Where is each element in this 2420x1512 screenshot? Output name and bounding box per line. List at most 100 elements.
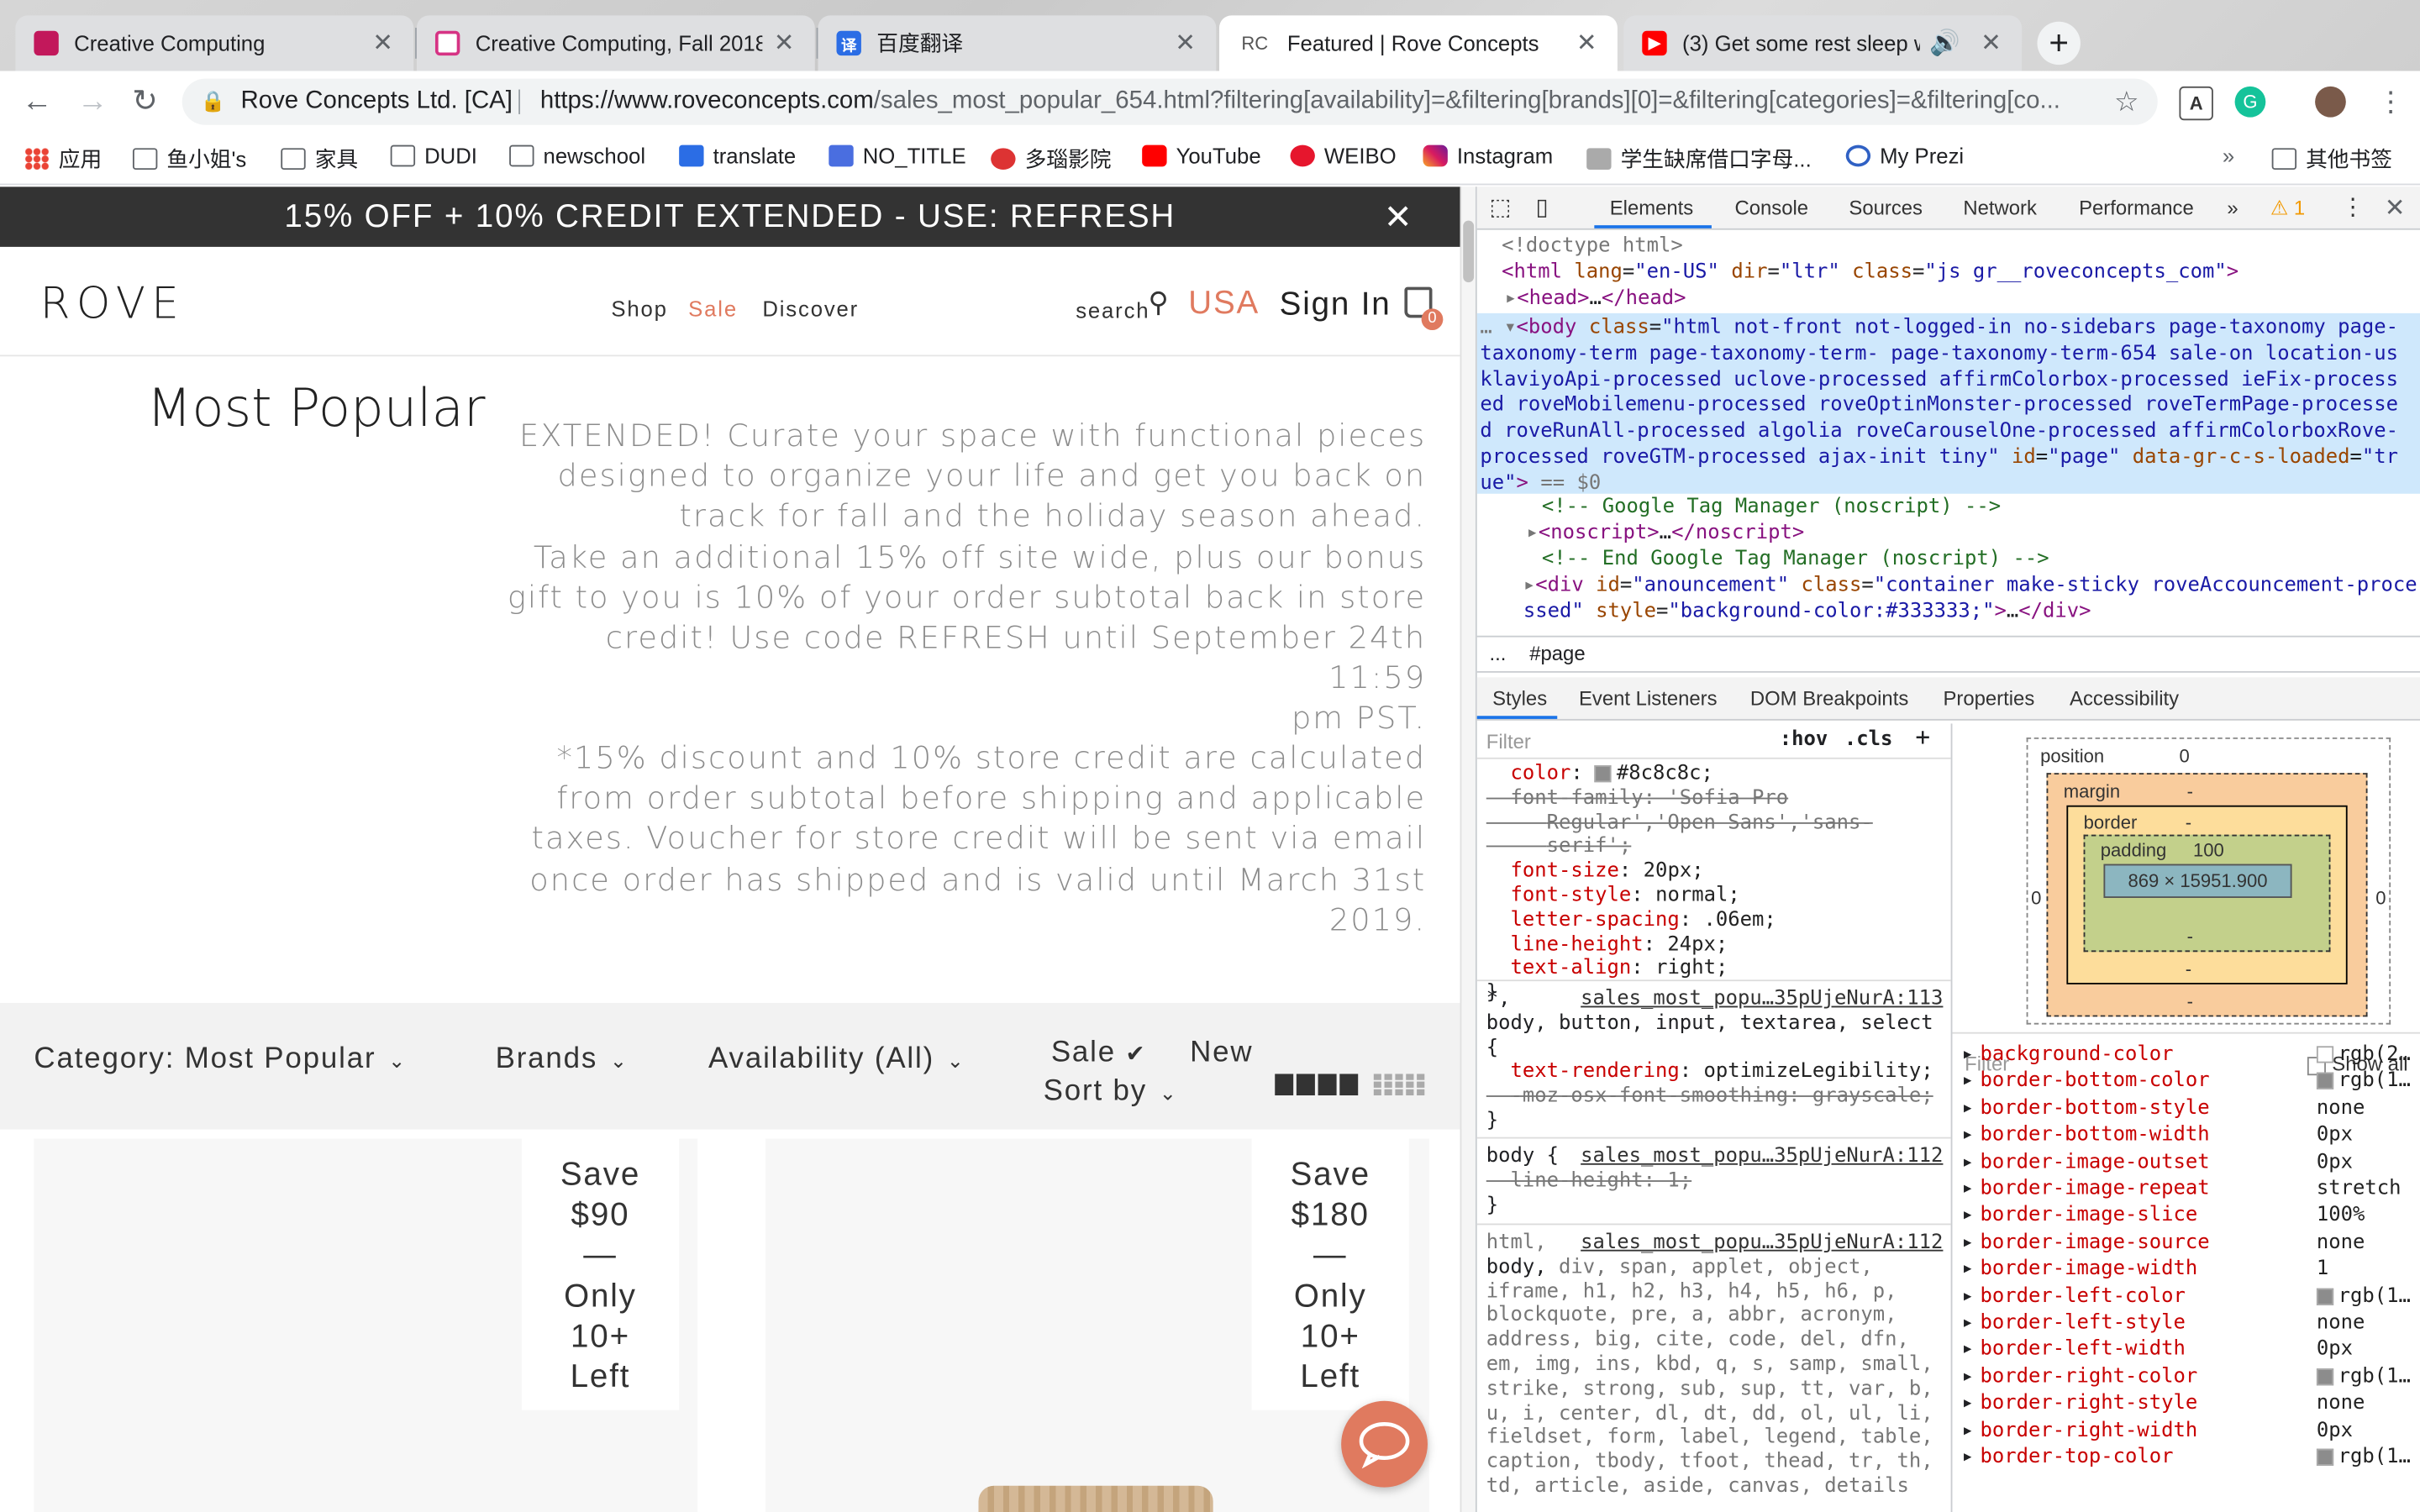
tab-properties[interactable]: Properties bbox=[1943, 686, 2034, 710]
bookmarks-overflow-button[interactable]: » bbox=[2223, 144, 2234, 168]
color-swatch[interactable] bbox=[2316, 1368, 2334, 1386]
tab-event-listeners[interactable]: Event Listeners bbox=[1579, 686, 1718, 710]
bookmark-link[interactable]: 多瑙影院 bbox=[991, 144, 1111, 175]
expand-arrow-icon[interactable]: ▸ bbox=[1961, 1256, 1973, 1283]
bookmark-folder[interactable]: 鱼小姐's bbox=[132, 144, 246, 175]
dom-line[interactable]: ▸<head>…</head> bbox=[1505, 287, 2416, 313]
scroll-thumb[interactable] bbox=[1463, 220, 1475, 283]
address-bar[interactable]: 🔒 Rove Concepts Ltd. [CA] https://www.ro… bbox=[182, 78, 2158, 125]
expand-arrow-icon[interactable]: ▸ bbox=[1961, 1149, 1973, 1176]
category-filter[interactable]: Category: Most Popular ⌄ bbox=[34, 1043, 407, 1077]
product-card[interactable]: Save $90 — Only 10+ Left bbox=[34, 1138, 698, 1512]
bookmark-link[interactable]: 学生缺席借口字母... bbox=[1586, 144, 1812, 175]
product-card[interactable]: Save $180 — Only 10+ Left bbox=[765, 1138, 1429, 1512]
css-rule[interactable]: html, body, div, span, applet, object, i… bbox=[1486, 1231, 1949, 1499]
bookmark-link[interactable]: translate bbox=[679, 144, 796, 168]
browser-tab-active[interactable]: RC Featured | Rove Concepts ✕ bbox=[1219, 15, 1618, 71]
dom-line[interactable]: <!doctype html> bbox=[1502, 234, 2412, 260]
expand-arrow-icon[interactable]: ▸ bbox=[1961, 1068, 1973, 1095]
computed-property-row[interactable]: ▸ border-left-width 0px bbox=[1961, 1336, 2420, 1363]
css-rules-pane[interactable]: Filter :hov .cls + color: #8c8c8c; font-… bbox=[1476, 723, 1953, 1512]
chat-button[interactable] bbox=[1341, 1400, 1428, 1488]
dom-line[interactable]: ▸<div id="anouncement" class="container … bbox=[1523, 574, 2418, 625]
bookmark-link[interactable]: NO_TITLE bbox=[829, 144, 966, 168]
hov-toggle[interactable]: :hov bbox=[1780, 728, 1828, 753]
computed-property-row[interactable]: ▸ border-bottom-color rgb(1… bbox=[1961, 1068, 2420, 1095]
bookmark-folder[interactable]: DUDI bbox=[390, 144, 477, 168]
nav-sale[interactable]: Sale bbox=[688, 297, 738, 321]
back-icon[interactable]: ← bbox=[18, 83, 55, 120]
nav-discover[interactable]: Discover bbox=[762, 297, 859, 321]
search-icon[interactable]: ⚲ bbox=[1149, 287, 1169, 320]
warning-counter[interactable]: ⚠ 1 bbox=[2270, 196, 2305, 220]
expand-arrow-icon[interactable]: ▸ bbox=[1961, 1444, 1973, 1471]
computed-property-row[interactable]: ▸ background-color rgb(2… bbox=[1961, 1042, 2420, 1068]
color-swatch[interactable] bbox=[2316, 1448, 2334, 1466]
css-declarations[interactable]: color: #8c8c8c; font-family: 'Sofia Pro … bbox=[1486, 762, 1949, 1005]
breadcrumb-more[interactable]: ... bbox=[1489, 638, 1506, 671]
computed-property-row[interactable]: ▸ border-image-source none bbox=[1961, 1230, 2420, 1257]
new-toggle[interactable]: New bbox=[1190, 1037, 1253, 1070]
grammarly-icon[interactable]: G bbox=[2234, 86, 2266, 118]
sign-in-link[interactable]: Sign In bbox=[1280, 287, 1392, 324]
computed-property-row[interactable]: ▸ border-left-style none bbox=[1961, 1310, 2420, 1336]
computed-property-row[interactable]: ▸ border-top-color rgb(1… bbox=[1961, 1444, 2420, 1471]
bookmark-apps[interactable]: 应用 bbox=[24, 144, 102, 175]
close-tab-icon[interactable]: ✕ bbox=[371, 28, 395, 59]
computed-property-row[interactable]: ▸ border-left-color rgb(1… bbox=[1961, 1283, 2420, 1310]
close-icon[interactable]: ✕ bbox=[1384, 186, 1414, 247]
computed-property-row[interactable]: ▸ border-image-outset 0px bbox=[1961, 1149, 2420, 1176]
dom-line-selected[interactable]: … ▾<body class="html not-front not-logge… bbox=[1480, 317, 2406, 498]
region-selector[interactable]: USA bbox=[1188, 286, 1260, 323]
new-tab-button[interactable]: + bbox=[2037, 21, 2081, 66]
breadcrumb-item[interactable]: #page bbox=[1529, 638, 1585, 671]
bookmark-link[interactable]: Instagram bbox=[1423, 144, 1553, 168]
expand-arrow-icon[interactable]: ▸ bbox=[1961, 1176, 1973, 1203]
speaker-icon[interactable]: 🔊 bbox=[1929, 28, 1960, 59]
more-tabs-button[interactable]: » bbox=[2227, 196, 2238, 219]
browser-tab[interactable]: Creative Computing, Fall 2018 ✕ bbox=[416, 15, 815, 71]
text-extension-icon[interactable]: A bbox=[2179, 86, 2213, 121]
tab-elements[interactable]: Elements bbox=[1610, 196, 1694, 219]
tab-network[interactable]: Network bbox=[1963, 196, 2037, 219]
bookmark-link[interactable]: My Prezi bbox=[1845, 144, 1964, 168]
other-bookmarks[interactable]: 其他书签 bbox=[2271, 144, 2392, 175]
close-devtools-icon[interactable]: ✕ bbox=[2385, 193, 2406, 224]
availability-filter[interactable]: Availability (All) ⌄ bbox=[708, 1043, 965, 1077]
tab-console[interactable]: Console bbox=[1734, 196, 1808, 219]
sale-toggle[interactable]: Sale ✔ bbox=[1051, 1037, 1147, 1070]
browser-tab[interactable]: ▶ (3) Get some rest sleep we 🔊 ✕ bbox=[1623, 15, 2023, 71]
close-tab-icon[interactable]: ✕ bbox=[1979, 28, 2003, 59]
expand-arrow-icon[interactable]: ▸ bbox=[1961, 1122, 1973, 1149]
styles-filter-input[interactable]: Filter bbox=[1486, 730, 1531, 754]
computed-property-row[interactable]: ▸ border-right-style none bbox=[1961, 1390, 2420, 1417]
expand-arrow-icon[interactable]: ▸ bbox=[1961, 1310, 1973, 1336]
computed-property-row[interactable]: ▸ border-right-width 0px bbox=[1961, 1417, 2420, 1444]
expand-arrow-icon[interactable]: ▸ bbox=[1961, 1042, 1973, 1068]
close-tab-icon[interactable]: ✕ bbox=[1173, 28, 1197, 59]
bookmark-link[interactable]: WEIBO bbox=[1290, 144, 1397, 168]
url-text[interactable]: https://www.roveconcepts.com/sales_most_… bbox=[540, 79, 2060, 125]
computed-property-row[interactable]: ▸ border-bottom-style none bbox=[1961, 1095, 2420, 1122]
browser-tab[interactable]: 译 百度翻译 ✕ bbox=[818, 15, 1217, 71]
box-model-diagram[interactable]: position 0 0 0 margin - - border - - pad… bbox=[2026, 737, 2391, 1025]
computed-property-row[interactable]: ▸ border-image-width 1 bbox=[1961, 1256, 2420, 1283]
close-tab-icon[interactable]: ✕ bbox=[1574, 28, 1598, 59]
tab-dom-breakpoints[interactable]: DOM Breakpoints bbox=[1750, 686, 1908, 710]
brands-filter[interactable]: Brands ⌄ bbox=[496, 1043, 629, 1077]
page-scrollbar[interactable] bbox=[1460, 186, 1476, 1512]
expand-arrow-icon[interactable]: ▸ bbox=[1961, 1203, 1973, 1230]
cls-toggle[interactable]: .cls bbox=[1844, 728, 1893, 753]
rove-logo[interactable]: ROVE bbox=[40, 278, 185, 329]
expand-arrow-icon[interactable]: ▸ bbox=[1961, 1283, 1973, 1310]
inspect-element-icon[interactable]: ⬚ bbox=[1489, 193, 1511, 220]
devtools-menu-icon[interactable]: ⋮ bbox=[2341, 193, 2365, 220]
computed-property-row[interactable]: ▸ border-image-repeat stretch bbox=[1961, 1176, 2420, 1203]
computed-styles-list[interactable]: ▸ background-color rgb(2… ▸ border-bottom-co… bbox=[1952, 1035, 2420, 1512]
expand-arrow-icon[interactable]: ▸ bbox=[1961, 1095, 1973, 1122]
add-rule-icon[interactable]: + bbox=[1915, 725, 1930, 749]
tab-styles[interactable]: Styles bbox=[1492, 686, 1547, 710]
bookmark-folder[interactable]: newschool bbox=[509, 144, 645, 168]
dom-line[interactable]: <!-- End Google Tag Manager (noscript) -… bbox=[1542, 548, 2420, 574]
color-swatch[interactable] bbox=[2316, 1287, 2334, 1305]
